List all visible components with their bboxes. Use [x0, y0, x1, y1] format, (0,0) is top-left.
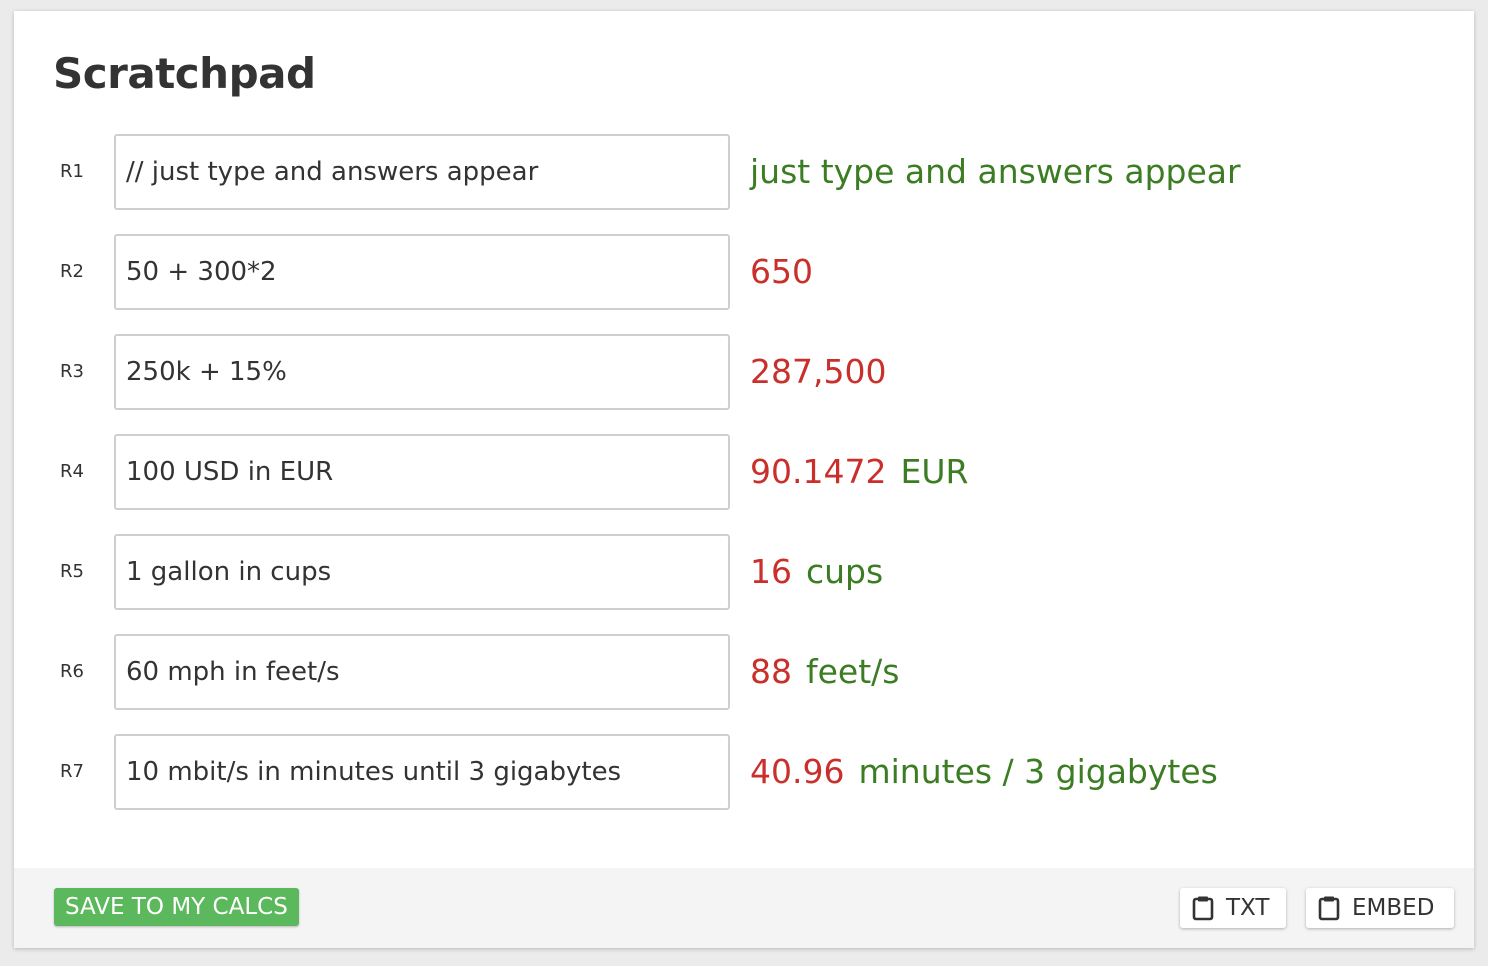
- expression-input[interactable]: 250k + 15%: [114, 334, 730, 410]
- expression-input[interactable]: 10 mbit/s in minutes until 3 gigabytes: [114, 734, 730, 810]
- txt-button[interactable]: TXT: [1180, 888, 1286, 928]
- result-number: 287,500: [750, 352, 887, 391]
- calc-row-3: R3 250k + 15% 287,500: [14, 334, 1474, 410]
- row-label: R3: [60, 361, 84, 382]
- result-unit: cups: [806, 552, 884, 591]
- calc-row-6: R6 60 mph in feet/s 88 feet/s: [14, 634, 1474, 710]
- expression-input[interactable]: 60 mph in feet/s: [114, 634, 730, 710]
- row-label: R2: [60, 261, 84, 282]
- calc-row-2: R2 50 + 300*2 650: [14, 234, 1474, 310]
- clipboard-icon: [1318, 896, 1340, 921]
- result-unit: EUR: [900, 452, 969, 491]
- result-comment: just type and answers appear: [750, 152, 1241, 191]
- expression-input[interactable]: 50 + 300*2: [114, 234, 730, 310]
- result-unit: feet/s: [806, 652, 900, 691]
- clipboard-icon: [1192, 896, 1214, 921]
- embed-button[interactable]: EMBED: [1306, 888, 1454, 928]
- result-number: 650: [750, 252, 813, 291]
- scratchpad-card: Scratchpad R1 // just type and answers a…: [14, 11, 1474, 948]
- page-title: Scratchpad: [53, 49, 316, 98]
- expression-input[interactable]: 1 gallon in cups: [114, 534, 730, 610]
- calc-row-4: R4 100 USD in EUR 90.1472 EUR: [14, 434, 1474, 510]
- embed-button-label: EMBED: [1352, 895, 1435, 921]
- calc-row-1: R1 // just type and answers appear just …: [14, 134, 1474, 210]
- result-output: 40.96 minutes / 3 gigabytes: [750, 734, 1218, 810]
- result-output: 650: [750, 234, 813, 310]
- calc-row-7: R7 10 mbit/s in minutes until 3 gigabyte…: [14, 734, 1474, 810]
- save-to-my-calcs-button[interactable]: SAVE TO MY CALCS: [54, 888, 299, 926]
- row-label: R6: [60, 661, 84, 682]
- expression-input[interactable]: // just type and answers appear: [114, 134, 730, 210]
- result-number: 88: [750, 652, 792, 691]
- row-label: R7: [60, 761, 84, 782]
- result-output: 90.1472 EUR: [750, 434, 968, 510]
- result-number: 90.1472: [750, 452, 887, 491]
- result-output: just type and answers appear: [750, 134, 1241, 210]
- expression-input[interactable]: 100 USD in EUR: [114, 434, 730, 510]
- result-unit: minutes / 3 gigabytes: [858, 752, 1218, 791]
- result-output: 88 feet/s: [750, 634, 899, 710]
- row-label: R1: [60, 161, 84, 182]
- result-output: 287,500: [750, 334, 886, 410]
- row-label: R4: [60, 461, 84, 482]
- result-number: 16: [750, 552, 792, 591]
- result-number: 40.96: [750, 752, 845, 791]
- row-label: R5: [60, 561, 84, 582]
- footer-bar: SAVE TO MY CALCS TXT EMBED: [14, 868, 1474, 948]
- txt-button-label: TXT: [1226, 895, 1270, 921]
- result-output: 16 cups: [750, 534, 883, 610]
- calc-row-5: R5 1 gallon in cups 16 cups: [14, 534, 1474, 610]
